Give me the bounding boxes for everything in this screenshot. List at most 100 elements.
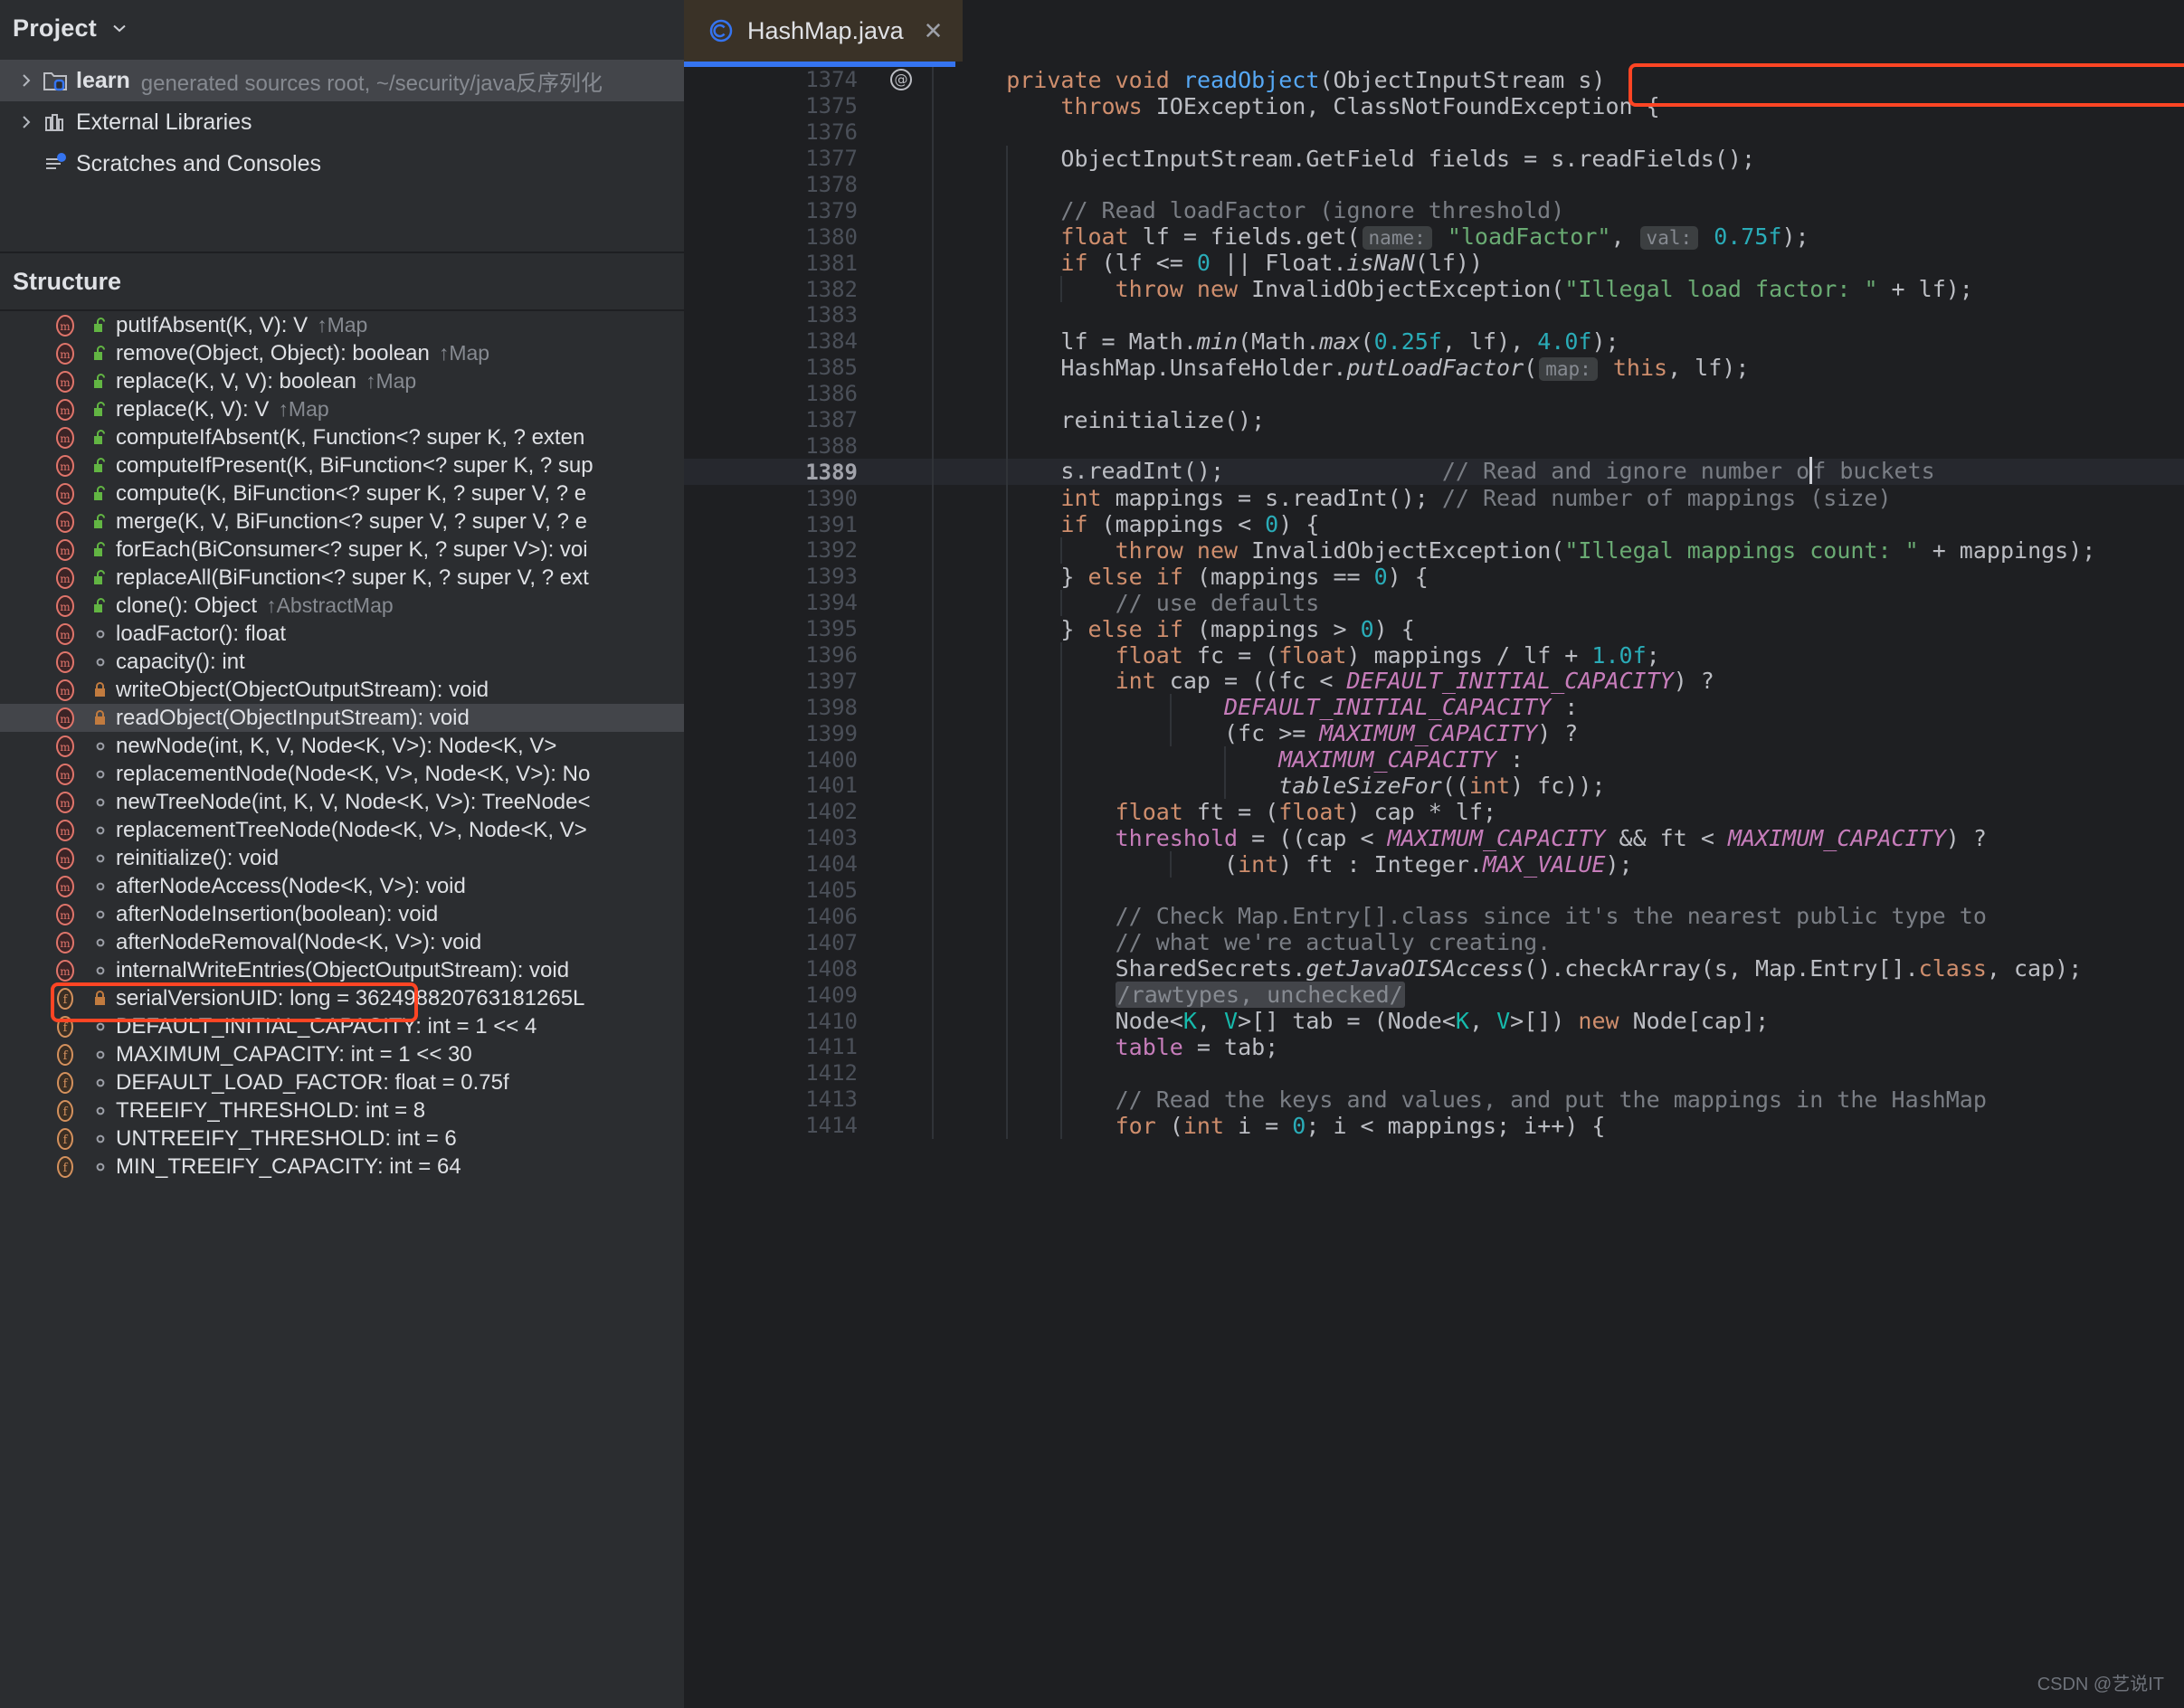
structure-item[interactable]: f TREEIFY_THRESHOLD: int = 8	[0, 1096, 684, 1124]
code-line[interactable]: 1402 float ft = (float) cap * lf;	[684, 799, 2184, 825]
code-line[interactable]: 1388	[684, 432, 2184, 460]
close-icon[interactable]: ✕	[924, 19, 944, 43]
structure-item[interactable]: m newNode(int, K, V, Node<K, V>): Node<K,…	[0, 732, 684, 760]
code-line[interactable]: 1410 Node<K, V>[] tab = (Node<K, V>[]) ne…	[684, 1008, 2184, 1034]
svg-text:m: m	[60, 404, 71, 417]
code-text: // Check Map.Entry[].class since it's th…	[952, 903, 1987, 929]
code-line[interactable]: 1379 // Read loadFactor (ignore threshold…	[684, 197, 2184, 223]
code-line[interactable]: 1384 lf = Math.min(Math.max(0.25f, lf), 4…	[684, 328, 2184, 355]
svg-text:m: m	[60, 489, 71, 501]
structure-item[interactable]: m computeIfAbsent(K, Function<? super K, …	[0, 423, 684, 451]
structure-item[interactable]: f DEFAULT_LOAD_FACTOR: float = 0.75f	[0, 1068, 684, 1096]
annotation-at-icon[interactable]: @	[870, 67, 932, 93]
code-line[interactable]: 1397 int cap = ((fc < DEFAULT_INITIAL_CAP…	[684, 668, 2184, 694]
structure-item[interactable]: m putIfAbsent(K, V): V ↑Map	[0, 311, 684, 339]
structure-item[interactable]: m afterNodeAccess(Node<K, V>): void	[0, 872, 684, 900]
code-line[interactable]: 1395} else if (mappings > 0) {	[684, 616, 2184, 642]
code-line[interactable]: 1396 float fc = (float) mappings / lf + 1…	[684, 642, 2184, 669]
code-line[interactable]: 1409/rawtypes, unchecked/	[684, 982, 2184, 1009]
structure-item[interactable]: m replacementTreeNode(Node<K, V>, Node<K,…	[0, 816, 684, 844]
structure-tool-window-header[interactable]: Structure	[0, 253, 684, 309]
structure-tree[interactable]: m putIfAbsent(K, V): V ↑Map m remove(Object,…	[0, 311, 684, 1181]
project-tool-window-header[interactable]: Project	[0, 0, 684, 56]
code-line[interactable]: 1375 throws IOException, ClassNotFoundExc…	[684, 93, 2184, 119]
code-line[interactable]: 1374 @ private void readObject(ObjectInput…	[684, 67, 2184, 93]
structure-item[interactable]: m replacementNode(Node<K, V>, Node<K, V>)…	[0, 760, 684, 788]
code-line[interactable]: 1414 for (int i = 0; i < mappings; i++) {	[684, 1113, 2184, 1139]
code-line[interactable]: 1398 DEFAULT_INITIAL_CAPACITY :	[684, 694, 2184, 720]
code-line[interactable]: 1399 (fc >= MAXIMUM_CAPACITY) ?	[684, 720, 2184, 746]
indent-guide	[1006, 746, 1009, 773]
code-line[interactable]: 1392 throw new InvalidObjectException("Il…	[684, 537, 2184, 564]
structure-item[interactable]: m newTreeNode(int, K, V, Node<K, V>): Tre…	[0, 788, 684, 816]
chevron-down-icon[interactable]	[109, 18, 129, 38]
indent-guide	[1006, 354, 1009, 381]
code-line[interactable]: 1391 if (mappings < 0) {	[684, 511, 2184, 537]
code-line[interactable]: 1412	[684, 1059, 2184, 1086]
code-line[interactable]: 1393} else if (mappings == 0) {	[684, 564, 2184, 590]
structure-item[interactable]: m merge(K, V, BiFunction<? super V, ? sup…	[0, 508, 684, 536]
code-text: float lf = fields.get(name: "loadFactor"…	[952, 223, 1809, 251]
code-line[interactable]: 1406 // Check Map.Entry[].class since it'…	[684, 903, 2184, 930]
code-line[interactable]: 1383	[684, 302, 2184, 328]
code-line[interactable]: 1376	[684, 119, 2184, 146]
structure-item[interactable]: f DEFAULT_INITIAL_CAPACITY: int = 1 << 4	[0, 1012, 684, 1040]
gutter-slot	[870, 93, 932, 119]
code-line[interactable]: 1385 HashMap.UnsafeHolder.putLoadFactor(m…	[684, 355, 2184, 381]
structure-item-selected[interactable]: m readObject(ObjectInputStream): void	[0, 704, 684, 732]
code-line[interactable]: 1387 reinitialize();	[684, 407, 2184, 433]
code-line[interactable]: 1380 float lf = fields.get(name: "loadFac…	[684, 223, 2184, 251]
project-tree-item-learn[interactable]: learn generated sources root, ~/security…	[0, 60, 684, 101]
code-editor[interactable]: 1374 @ private void readObject(ObjectInput…	[684, 67, 2184, 1708]
code-line[interactable]: 1377 ObjectInputStream.GetField fields = …	[684, 146, 2184, 172]
structure-item[interactable]: m capacity(): int	[0, 648, 684, 676]
chevron-right-icon[interactable]	[11, 113, 42, 131]
structure-item-label: merge(K, V, BiFunction<? super V, ? supe…	[116, 508, 587, 534]
structure-item[interactable]: m clone(): Object ↑AbstractMap	[0, 592, 684, 620]
line-number: 1385	[805, 355, 858, 381]
code-line[interactable]: 1386	[684, 380, 2184, 407]
code-line[interactable]: 1403 threshold = ((cap < MAXIMUM_CAPACITY…	[684, 825, 2184, 851]
structure-item[interactable]: f UNTREEIFY_THRESHOLD: int = 6	[0, 1124, 684, 1153]
structure-item[interactable]: m replace(K, V, V): boolean ↑Map	[0, 367, 684, 395]
structure-item[interactable]: m compute(K, BiFunction<? super K, ? supe…	[0, 479, 684, 508]
visibility-public-icon	[85, 428, 116, 448]
structure-item[interactable]: f serialVersionUID: long = 36249882076318…	[0, 984, 684, 1012]
structure-item[interactable]: m loadFactor(): float	[0, 620, 684, 648]
code-line[interactable]: 1408 SharedSecrets.getJavaOISAccess().che…	[684, 955, 2184, 982]
structure-item[interactable]: m forEach(BiConsumer<? super K, ? super V…	[0, 536, 684, 564]
code-line[interactable]: 1404 (int) ft : Integer.MAX_VALUE);	[684, 851, 2184, 878]
project-tree-item-scratches[interactable]: Scratches and Consoles	[0, 143, 684, 185]
code-text: Node<K, V>[] tab = (Node<K, V>[]) new No…	[952, 1008, 1769, 1034]
structure-item[interactable]: m replaceAll(BiFunction<? super K, ? supe…	[0, 564, 684, 592]
code-line[interactable]: 1411 table = tab;	[684, 1034, 2184, 1060]
structure-item[interactable]: f MIN_TREEIFY_CAPACITY: int = 64	[0, 1153, 684, 1181]
code-line[interactable]: 1407 // what we're actually creating.	[684, 929, 2184, 955]
code-line[interactable]: 1378	[684, 171, 2184, 198]
code-line[interactable]: 1401 tableSizeFor((int) fc));	[684, 773, 2184, 799]
code-line[interactable]: 1394 // use defaults	[684, 590, 2184, 616]
structure-item[interactable]: f MAXIMUM_CAPACITY: int = 1 << 30	[0, 1040, 684, 1068]
code-line[interactable]: 1382 throw new InvalidObjectException("Il…	[684, 276, 2184, 302]
code-line[interactable]: 1400 MAXIMUM_CAPACITY :	[684, 746, 2184, 773]
indent-guide	[1060, 641, 1063, 669]
code-line[interactable]: 1405	[684, 877, 2184, 904]
chevron-right-icon[interactable]	[11, 71, 42, 90]
code-line[interactable]: 1381 if (lf <= 0 || Float.isNaN(lf))	[684, 250, 2184, 276]
structure-item[interactable]: m writeObject(ObjectOutputStream): void	[0, 676, 684, 704]
structure-item[interactable]: m afterNodeRemoval(Node<K, V>): void	[0, 928, 684, 956]
project-tree-item-external-libraries[interactable]: External Libraries	[0, 101, 684, 143]
gutter-separator	[932, 903, 934, 930]
structure-item[interactable]: m remove(Object, Object): boolean ↑Map	[0, 339, 684, 367]
editor-tab-hashmap[interactable]: HashMap.java ✕	[684, 0, 964, 62]
visibility-package-icon	[85, 1104, 116, 1118]
structure-item[interactable]: m internalWriteEntries(ObjectOutputStream…	[0, 956, 684, 984]
structure-item[interactable]: m computeIfPresent(K, BiFunction<? super …	[0, 451, 684, 479]
project-tree[interactable]: learn generated sources root, ~/security…	[0, 56, 684, 185]
structure-item[interactable]: m reinitialize(): void	[0, 844, 684, 872]
code-line[interactable]: 1413 // Read the keys and values, and put…	[684, 1086, 2184, 1113]
structure-item[interactable]: m replace(K, V): V ↑Map	[0, 395, 684, 423]
structure-item[interactable]: m afterNodeInsertion(boolean): void	[0, 900, 684, 928]
code-line-current[interactable]: 1389 s.readInt(); // Read and ignore numb…	[684, 457, 2184, 486]
code-line[interactable]: 1390 int mappings = s.readInt(); // Read …	[684, 485, 2184, 511]
